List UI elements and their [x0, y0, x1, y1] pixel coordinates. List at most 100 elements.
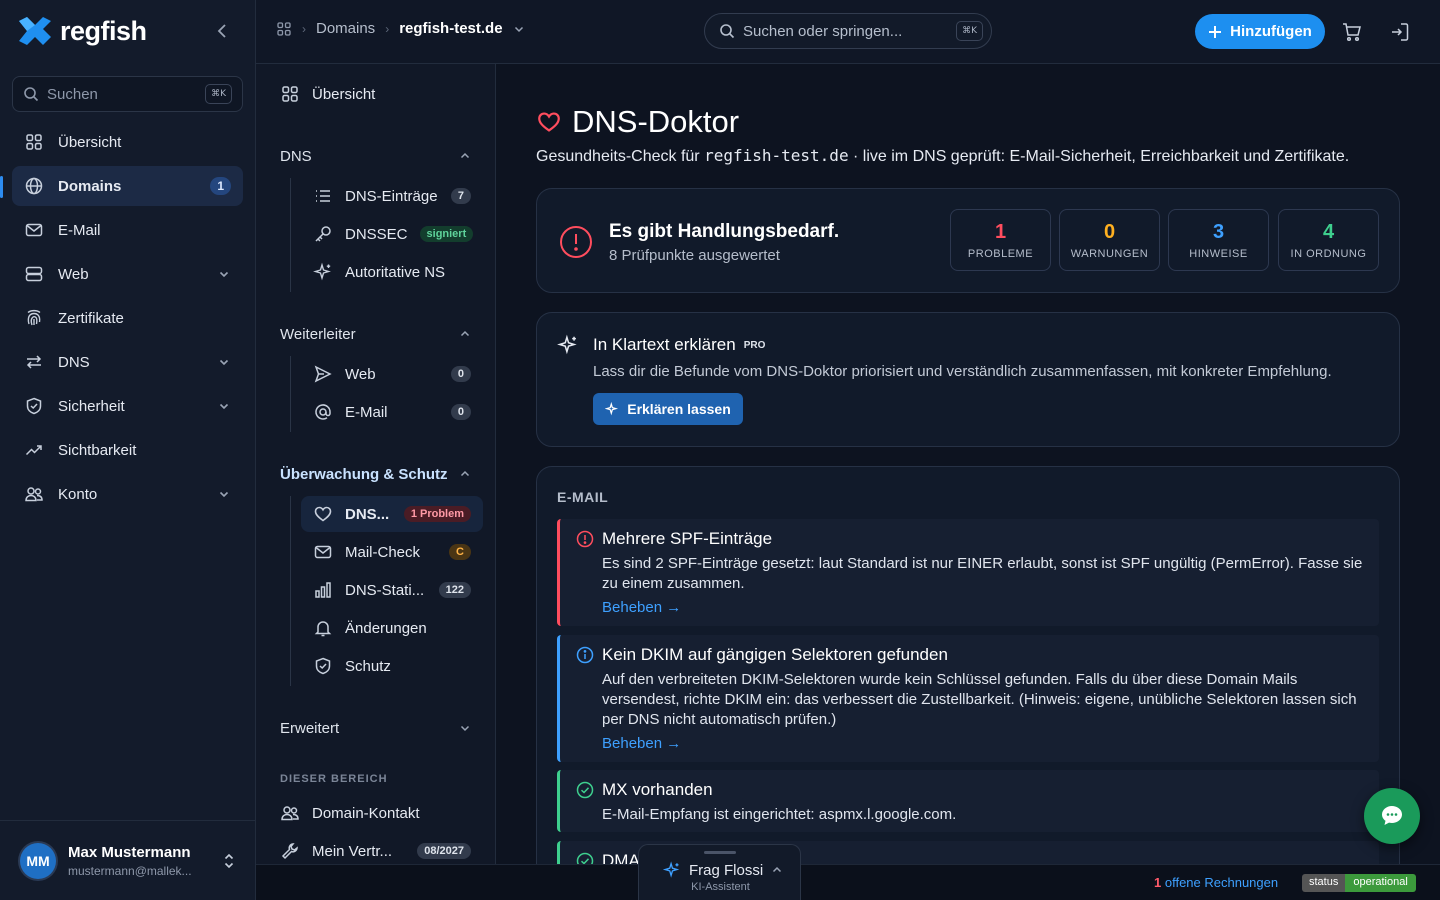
check-circle-icon	[576, 852, 594, 864]
cart-icon[interactable]	[1341, 21, 1363, 43]
subnav-group-dns[interactable]: DNS	[280, 146, 471, 166]
global-search-input[interactable]: Suchen oder springen... ⌘K	[704, 13, 992, 49]
page-subtitle: Gesundheits-Check für regfish-test.de · …	[536, 146, 1349, 166]
bell-icon	[314, 621, 332, 637]
subnav-item-dnssec[interactable]: DNSSEC signiert	[301, 216, 483, 252]
fix-link[interactable]: Beheben →	[602, 599, 681, 616]
subnav-item-contract[interactable]: Mein Vertr... 08/2027	[280, 840, 471, 862]
grid-icon[interactable]	[276, 21, 292, 37]
chevron-down-icon[interactable]	[513, 23, 525, 35]
arrows-icon	[26, 355, 42, 369]
heart-icon	[538, 112, 560, 132]
count-badge: 0	[450, 366, 471, 382]
shield-icon	[315, 657, 331, 675]
subnav-item-protection[interactable]: Schutz	[301, 648, 483, 684]
assistant-header: Frag Flossi	[663, 861, 783, 879]
breadcrumb-domains-link[interactable]: Domains	[316, 20, 375, 37]
brand-logo[interactable]: regfish	[16, 14, 147, 48]
sidebar-item-account[interactable]: Konto	[12, 474, 243, 514]
explain-text: Lass dir die Befunde vom DNS-Doktor prio…	[593, 363, 1332, 380]
breadcrumb-current-domain[interactable]: regfish-test.de	[399, 20, 502, 37]
bar-chart-icon	[315, 582, 331, 598]
key-icon	[315, 226, 331, 242]
shield-icon	[26, 397, 42, 415]
signed-badge: signiert	[419, 226, 474, 242]
sidebar-item-email[interactable]: E-Mail	[12, 210, 243, 250]
finding-text: Auf den verbreiteten DKIM-Selektoren wur…	[602, 671, 1357, 728]
domain-subnav: Übersicht DNS DNS-Einträge 7 DNSSEC sign…	[256, 64, 496, 900]
subtitle-text: · live im DNS geprüft: E-Mail-Sicherheit…	[848, 148, 1350, 165]
subtitle-domain: regfish-test.de	[704, 146, 849, 165]
sidebar-search-input[interactable]: Suchen ⌘K	[12, 76, 243, 112]
subnav-tree-line	[290, 356, 291, 432]
logout-icon[interactable]	[1389, 21, 1411, 43]
stat-warnings[interactable]: 0 WARNUNGEN	[1059, 209, 1160, 271]
user-menu[interactable]: MM Max Mustermann mustermann@mallek...	[0, 820, 256, 900]
subnav-item-web-forwarder[interactable]: Web 0	[301, 356, 483, 392]
open-invoices-link[interactable]: 1 offene Rechnungen	[1154, 875, 1278, 890]
stat-ok[interactable]: 4 IN ORDNUNG	[1278, 209, 1379, 271]
stat-label: WARNUNGEN	[1070, 247, 1149, 260]
drag-handle[interactable]	[704, 851, 736, 854]
subnav-item-domain-contact[interactable]: Domain-Kontakt	[280, 802, 471, 824]
top-bar: › Domains › regfish-test.de Suchen oder …	[256, 0, 1440, 64]
status-value: operational	[1345, 874, 1416, 892]
sidebar-item-overview[interactable]: Übersicht	[12, 122, 243, 162]
subnav-item-label: Autoritative NS	[345, 263, 446, 281]
sidebar-item-domains[interactable]: Domains 1	[12, 166, 243, 206]
count-badge: 0	[450, 404, 471, 420]
pro-badge: PRO	[743, 339, 766, 351]
active-indicator	[0, 176, 3, 198]
subnav-item-dns-records[interactable]: DNS-Einträge 7	[301, 178, 483, 214]
subnav-group-advanced[interactable]: Erweitert	[280, 718, 471, 738]
subnav-group-monitoring[interactable]: Überwachung & Schutz	[280, 464, 471, 484]
subnav-item-authoritative-ns[interactable]: Autoritative NS	[301, 254, 483, 290]
fix-link[interactable]: Beheben →	[602, 735, 681, 752]
sidebar-search-placeholder: Suchen	[47, 85, 98, 103]
subnav-group-title: Erweitert	[280, 719, 340, 737]
chat-button[interactable]	[1364, 788, 1420, 844]
sidebar-item-visibility[interactable]: Sichtbarkeit	[12, 430, 243, 470]
finding-title: DMA	[602, 851, 640, 864]
chevron-down-icon	[460, 725, 470, 732]
page-title: DNS-Doktor	[572, 104, 740, 139]
page-header: DNS-Doktor	[536, 104, 739, 140]
subnav-item-changes[interactable]: Änderungen	[301, 610, 483, 646]
subnav-overview[interactable]: Übersicht	[280, 82, 471, 106]
stat-value: 3	[1212, 220, 1225, 243]
wrench-icon	[281, 843, 298, 860]
sidebar-item-dns[interactable]: DNS	[12, 342, 243, 382]
sidebar-item-web[interactable]: Web	[12, 254, 243, 294]
subnav-group-title: Überwachung & Schutz	[280, 465, 448, 483]
collapse-sidebar-icon[interactable]	[214, 22, 232, 40]
subnav-item-label: Mail-Check	[345, 543, 421, 561]
subnav-area-label: DIESER BEREICH	[280, 773, 388, 785]
subnav-item-email-forwarder[interactable]: E-Mail 0	[301, 394, 483, 430]
subnav-group-forwarders[interactable]: Weiterleiter	[280, 324, 471, 344]
explain-button[interactable]: Erklären lassen	[593, 393, 743, 425]
sidebar-item-certificates[interactable]: Zertifikate	[12, 298, 243, 338]
subnav-item-mail-check[interactable]: Mail-Check C	[301, 534, 483, 570]
chevron-up-icon	[460, 152, 470, 159]
stat-problems[interactable]: 1 PROBLEME	[950, 209, 1051, 271]
stat-hints[interactable]: 3 HINWEISE	[1168, 209, 1269, 271]
sidebar-item-security[interactable]: Sicherheit	[12, 386, 243, 426]
user-name: Max Mustermann	[68, 843, 191, 861]
add-button[interactable]: Hinzufügen	[1195, 14, 1325, 49]
sidebar-item-label: Sichtbarkeit	[58, 441, 137, 459]
mail-icon	[314, 545, 332, 559]
sidebar-item-label: Zertifikate	[58, 309, 124, 327]
summary-card: Es gibt Handlungsbedarf. 8 Prüfpunkte au…	[536, 188, 1400, 293]
finding-text: Es sind 2 SPF-Einträge gesetzt: laut Sta…	[602, 555, 1363, 592]
stat-label: PROBLEME	[967, 247, 1034, 260]
chevron-down-icon	[219, 271, 229, 278]
assistant-panel[interactable]: Frag Flossi KI-Assistent	[638, 844, 801, 900]
info-icon	[576, 646, 594, 664]
subnav-item-dns-stats[interactable]: DNS-Stati... 122	[301, 572, 483, 608]
status-badge[interactable]: status operational	[1302, 874, 1416, 892]
subnav-item-dns-doctor[interactable]: DNS... 1 Problem	[301, 496, 483, 532]
breadcrumb-separator: ›	[385, 21, 390, 36]
send-icon	[314, 365, 332, 383]
assistant-title: Frag Flossi	[689, 861, 764, 879]
count-badge: 122	[438, 582, 471, 598]
